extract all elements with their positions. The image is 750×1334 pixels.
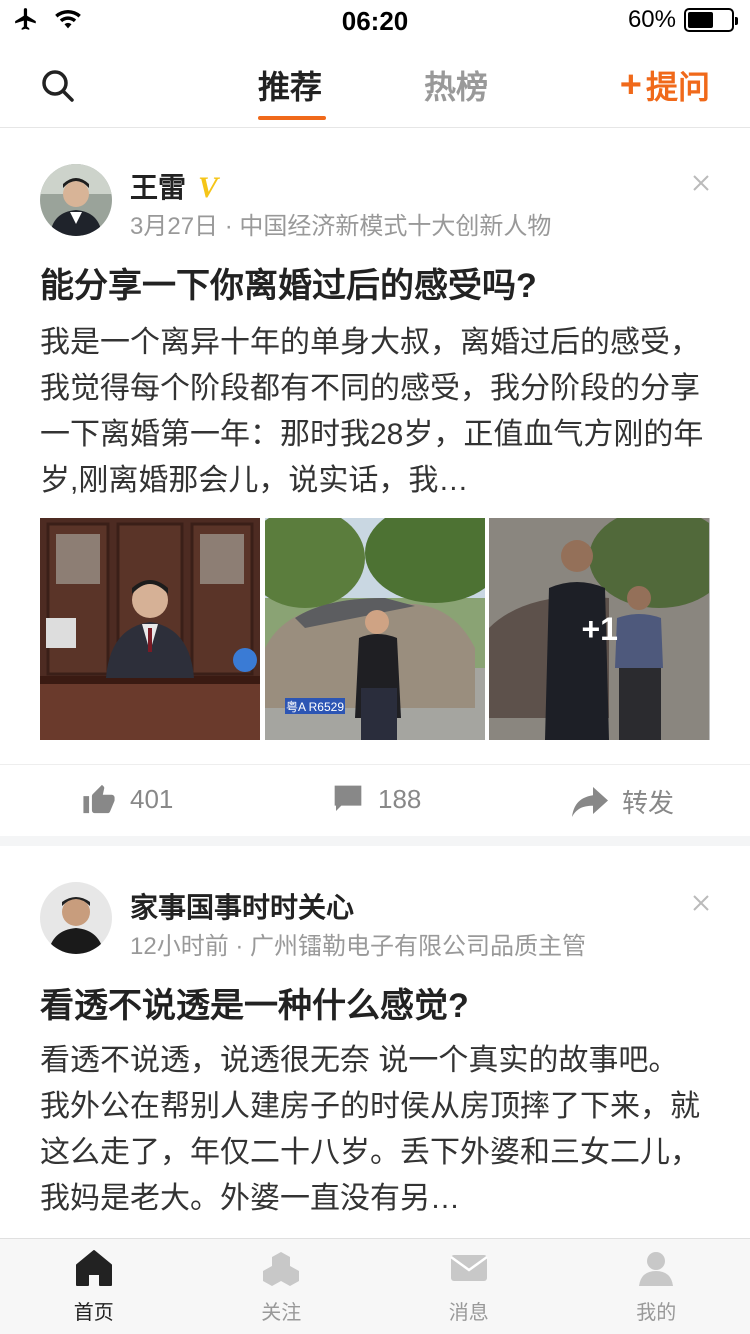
feed-card[interactable]: 家事国事时时关心 12小时前 · 广州镭勒电子有限公司品质主管 看透不说透是一种… [0, 846, 750, 1246]
thumbs-up-icon [83, 784, 115, 814]
tab-messages[interactable]: 消息 [375, 1239, 563, 1334]
profile-icon [639, 1252, 674, 1286]
tab-messages-label: 消息 [448, 1302, 489, 1324]
like-button[interactable]: 401 [82, 783, 173, 815]
tab-profile-label: 我的 [636, 1302, 677, 1324]
share-button[interactable]: 转发 [571, 783, 674, 820]
battery-percent: 60% [627, 6, 676, 33]
feed-card[interactable]: 王雷 V 3月27日 · 中国经济新模式十大创新人物 能分享一下你离婚过后的感受吗… [0, 128, 750, 836]
battery-icon [684, 8, 738, 32]
close-icon[interactable] [692, 894, 710, 912]
ask-label: 提问 [645, 69, 710, 105]
more-photos-overlay[interactable]: +1 [489, 518, 711, 740]
avatar[interactable] [40, 882, 112, 954]
tab-recommend[interactable]: 推荐 [258, 62, 322, 108]
avatar[interactable] [40, 164, 112, 236]
share-arrow-icon [571, 786, 608, 817]
question-title[interactable]: 能分享一下你离婚过后的感受吗? [40, 264, 710, 308]
license-plate-text: 粤A R6529 [286, 699, 344, 714]
share-label: 转发 [621, 788, 674, 818]
status-right: 60% [627, 6, 738, 34]
tab-profile[interactable]: 我的 [563, 1239, 750, 1334]
comment-button[interactable]: 188 [332, 783, 421, 815]
tab-home[interactable]: 首页 [0, 1239, 188, 1334]
post-meta: 12小时前 · 广州镭勒电子有限公司品质主管 [130, 933, 587, 960]
comment-icon [334, 785, 362, 811]
tab-active-indicator [258, 116, 326, 120]
verified-badge-icon: V [198, 171, 219, 204]
tab-follow-label: 关注 [261, 1302, 302, 1324]
ask-question-button[interactable]: + 提问 [620, 62, 710, 108]
author-name[interactable]: 家事国事时时关心 [130, 886, 354, 926]
photo-car[interactable]: 粤A R6529 [264, 518, 486, 740]
tab-hot-list[interactable]: 热榜 [424, 62, 488, 108]
action-bar: 401 188 转发 [0, 764, 750, 836]
tab-home-label: 首页 [73, 1302, 114, 1324]
nav-header: 推荐 热榜 + 提问 [0, 44, 750, 128]
photo-father-son[interactable]: +1 [489, 518, 711, 740]
plus-icon: + [619, 64, 642, 106]
battery-fill [688, 12, 714, 28]
search-icon[interactable] [40, 68, 76, 104]
feed-divider [0, 836, 750, 846]
close-icon[interactable] [692, 174, 710, 192]
like-count: 401 [130, 783, 174, 814]
status-bar: 06:20 60% [0, 0, 750, 40]
author-name-text: 王雷 [130, 172, 187, 203]
bottom-tab-bar: 首页 关注 消息 我的 [0, 1238, 750, 1334]
photo-grid: 粤A R6529 +1 [40, 518, 711, 740]
answer-excerpt[interactable]: 看透不说透，说透很无奈 说一个真实的故事吧。 我外公在帮别人建房子的时侯从房顶摔… [40, 1038, 710, 1222]
home-icon [75, 1250, 112, 1286]
author-name[interactable]: 王雷 V [130, 166, 218, 206]
follow-icon [263, 1252, 300, 1286]
post-meta: 3月27日 · 中国经济新模式十大创新人物 [130, 213, 552, 240]
comment-count: 188 [378, 783, 422, 814]
question-title[interactable]: 看透不说透是一种什么感觉? [40, 984, 710, 1028]
answer-excerpt[interactable]: 我是一个离异十年的单身大叔，离婚过后的感受，我觉得每个阶段都有不同的感受，我分阶… [40, 320, 710, 504]
tab-follow[interactable]: 关注 [188, 1239, 376, 1334]
message-icon [450, 1255, 488, 1281]
photo-office[interactable] [40, 518, 261, 740]
